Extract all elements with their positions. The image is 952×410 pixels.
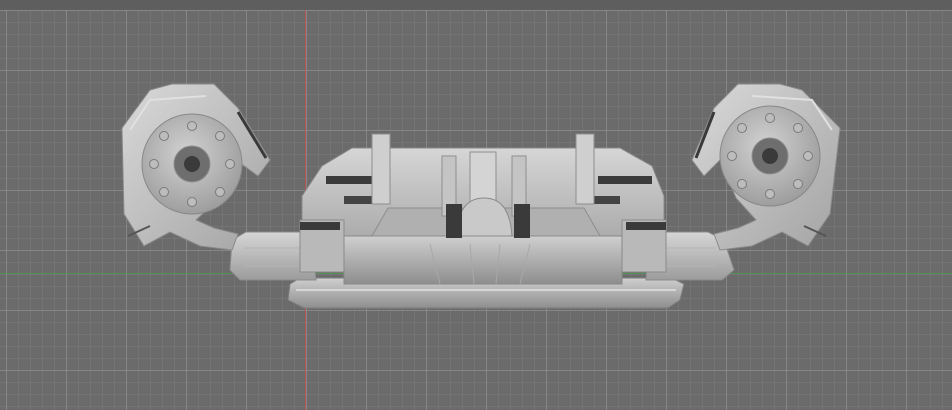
right-arm-assembly <box>691 83 841 251</box>
3d-viewport[interactable] <box>0 0 952 410</box>
main-body <box>299 133 667 285</box>
left-arm-assembly <box>121 83 271 251</box>
3d-model[interactable] <box>0 0 952 410</box>
